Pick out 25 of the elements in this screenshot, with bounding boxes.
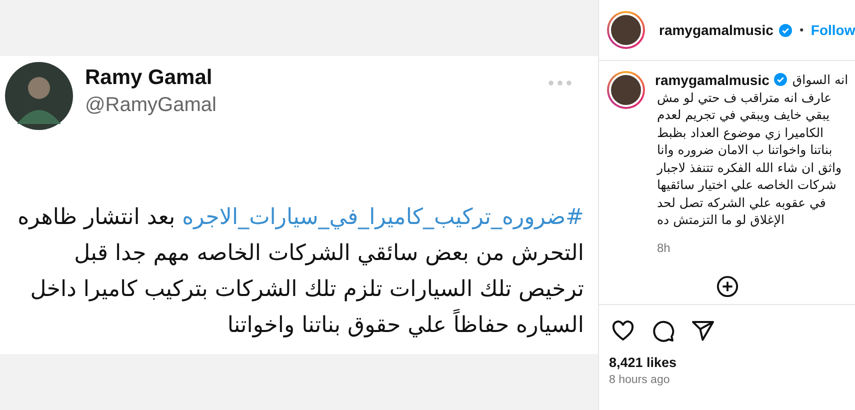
caption-line: انه السواق bbox=[792, 71, 848, 88]
tweet-handle: @RamyGamal bbox=[85, 94, 218, 117]
caption-line: شركات الخاصه علي اختيار سائقيها bbox=[657, 176, 836, 194]
caption-line: الكاميرا زي موضوع العداد بظبط bbox=[657, 124, 824, 141]
caption-line: بناتنا واخواتنا ب الامان ضروره وانا bbox=[657, 141, 832, 158]
comment-icon[interactable] bbox=[651, 318, 675, 342]
profile-avatar[interactable] bbox=[607, 11, 645, 49]
caption-line: عارف انه متراقب ف حتي لو مش bbox=[657, 88, 832, 106]
tweet-author-name: Ramy Gamal bbox=[85, 66, 214, 90]
caption-line: في عقوبه علي الشركه تصل لحد bbox=[657, 194, 826, 211]
avatar-icon bbox=[5, 62, 73, 130]
profile-avatar[interactable] bbox=[607, 71, 645, 109]
caption-line: واثق ان شاء الله الفكره تتنفذ لاجبار bbox=[657, 158, 842, 176]
add-comment-icon[interactable] bbox=[716, 274, 738, 298]
like-icon[interactable] bbox=[611, 318, 635, 342]
username-link[interactable]: ramygamalmusic bbox=[659, 22, 774, 38]
caption-line: يبقي خايف ويبقي في تجريم لعدم bbox=[657, 106, 830, 124]
separator-dot: • bbox=[798, 24, 805, 36]
tweet-text: #ضروره_تركيب_كاميرا_في_سيارات_الاجره بعد انتشار ظاهره التحرش من بعض سائقي الشركات الخاصه مهم جدا قبل ترخيص تلك السيارات تلزم تلك الشركات بتركيب كاميرا داخل السياره حفاظاً علي حقوق بناتنا واخواتنا bbox=[16, 204, 584, 340]
share-icon[interactable] bbox=[691, 318, 715, 342]
caption-line: الإغلاق لو ما التزمتش ده bbox=[657, 211, 784, 228]
post-time: 8 hours ago bbox=[609, 374, 671, 386]
timestamp: 8h bbox=[657, 240, 670, 254]
likes-count[interactable]: 8,421 likes bbox=[609, 354, 855, 370]
username-link[interactable]: ramygamalmusic bbox=[655, 72, 770, 88]
